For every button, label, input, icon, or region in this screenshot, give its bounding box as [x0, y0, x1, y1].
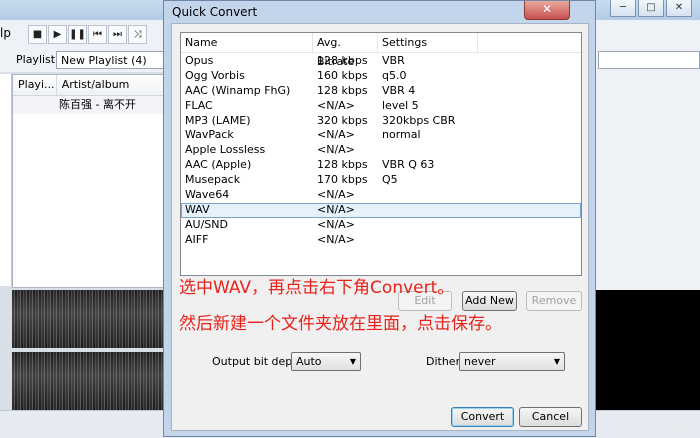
- annotation-line-2: 然后新建一个文件夹放在里面，点击保存。: [179, 314, 502, 334]
- format-name: WAV: [185, 202, 210, 216]
- next-icon[interactable]: ⏭: [108, 25, 127, 44]
- format-row[interactable]: AAC (Apple) 128 kbps VBR Q 63: [181, 158, 581, 173]
- format-row[interactable]: AIFF <N/A>: [181, 233, 581, 248]
- playlist-header: Playi... Artist/album: [13, 75, 171, 96]
- dialog-title: Quick Convert: [172, 5, 258, 19]
- dither-select[interactable]: never ▼: [459, 352, 565, 371]
- convert-button[interactable]: Convert: [451, 407, 514, 427]
- format-name: Ogg Vorbis: [185, 68, 245, 82]
- spectrogram-bottom: [12, 352, 170, 410]
- format-bitrate: <N/A>: [317, 232, 355, 246]
- format-bitrate: 128 kbps: [317, 158, 368, 172]
- format-row[interactable]: MP3 (LAME) 320 kbps 320kbps CBR: [181, 114, 581, 129]
- format-row[interactable]: AU/SND <N/A>: [181, 218, 581, 233]
- format-row[interactable]: WavPack <N/A> normal: [181, 128, 581, 143]
- format-bitrate: <N/A>: [317, 143, 355, 157]
- play-icon[interactable]: ▶: [48, 25, 67, 44]
- format-row[interactable]: Wave64 <N/A>: [181, 188, 581, 203]
- format-bitrate: <N/A>: [317, 128, 355, 142]
- watermark: 汽车之家: [657, 423, 694, 433]
- format-bitrate: 320 kbps: [317, 113, 368, 127]
- format-row[interactable]: Opus 128 kbps VBR: [181, 54, 581, 69]
- format-name: WavPack: [185, 128, 234, 142]
- column-empty: [478, 33, 581, 52]
- close-button[interactable]: ✕: [666, 0, 692, 17]
- pause-icon[interactable]: ❚❚: [68, 25, 87, 44]
- format-settings: normal: [382, 128, 421, 142]
- dialog-body: Name Avg. Bitrate Settings Opus 128 kbps V…: [171, 23, 589, 431]
- format-settings: level 5: [382, 98, 419, 112]
- format-name: Apple Lossless: [185, 143, 266, 157]
- random-icon[interactable]: ⤨: [128, 25, 147, 44]
- format-bitrate: 160 kbps: [317, 68, 368, 82]
- format-bitrate: <N/A>: [317, 217, 355, 231]
- playlist-label: Playlist:: [16, 53, 59, 66]
- column-playing[interactable]: Playi...: [13, 75, 57, 95]
- format-row[interactable]: FLAC <N/A> level 5: [181, 99, 581, 114]
- help-menu-partial[interactable]: lp: [0, 26, 11, 40]
- quick-convert-dialog: Quick Convert ✕ Name Avg. Bitrate Settin…: [163, 0, 596, 437]
- playlist-view[interactable]: Playi... Artist/album 陈百强 - 离不开: [12, 74, 172, 288]
- format-name: AU/SND: [185, 217, 228, 231]
- dither-label: Dither:: [426, 355, 464, 368]
- format-settings: VBR: [382, 54, 405, 67]
- format-list-header: Name Avg. Bitrate Settings: [181, 33, 581, 68]
- format-row[interactable]: Ogg Vorbis 160 kbps q5.0: [181, 69, 581, 84]
- format-name: MP3 (LAME): [185, 113, 251, 127]
- column-settings[interactable]: Settings: [378, 33, 478, 52]
- format-name: AAC (Winamp FhG): [185, 83, 291, 97]
- spectrogram-top: [12, 290, 170, 348]
- chevron-down-icon: ▼: [553, 357, 560, 366]
- format-name: AIFF: [185, 232, 209, 246]
- playlist-select[interactable]: New Playlist (4): [56, 51, 170, 69]
- format-bitrate: <N/A>: [317, 98, 355, 112]
- format-settings: Q5: [382, 173, 398, 187]
- format-bitrate: 128 kbps: [317, 83, 368, 97]
- format-bitrate: 128 kbps: [317, 54, 368, 67]
- dialog-close-button[interactable]: ✕: [524, 1, 570, 20]
- playlist-row[interactable]: 陈百强 - 离不开: [13, 96, 171, 114]
- format-rows: Opus 128 kbps VBR Ogg Vorbis 160 kbps q5.0 AAC…: [181, 53, 581, 248]
- format-name: Wave64: [185, 188, 230, 202]
- chevron-down-icon: ▼: [349, 357, 356, 366]
- format-settings: q5.0: [382, 68, 407, 82]
- add-new-button[interactable]: Add New: [462, 291, 517, 311]
- format-bitrate: <N/A>: [317, 202, 355, 216]
- format-row[interactable]: Apple Lossless <N/A>: [181, 143, 581, 158]
- remove-button[interactable]: Remove: [526, 291, 582, 311]
- stop-icon[interactable]: ■: [28, 25, 47, 44]
- maximize-button[interactable]: □: [638, 0, 664, 17]
- column-avg-bitrate[interactable]: Avg. Bitrate: [313, 33, 378, 68]
- format-settings: 320kbps CBR: [382, 113, 456, 127]
- format-name: Musepack: [185, 173, 241, 187]
- format-bitrate: <N/A>: [317, 188, 355, 202]
- column-artist-album[interactable]: Artist/album: [57, 75, 171, 95]
- format-settings: VBR Q 63: [382, 158, 435, 172]
- format-row[interactable]: WAV <N/A>: [181, 202, 581, 218]
- annotation-line-1: 选中WAV，再点击右下角Convert。: [179, 278, 455, 298]
- prev-icon[interactable]: ⏮: [88, 25, 107, 44]
- background-right-select[interactable]: [598, 51, 700, 69]
- column-name[interactable]: Name: [181, 33, 313, 52]
- format-name: Opus: [185, 54, 214, 67]
- cancel-button[interactable]: Cancel: [519, 407, 582, 427]
- format-row[interactable]: Musepack 170 kbps Q5: [181, 173, 581, 188]
- dither-value: never: [464, 355, 496, 368]
- output-bit-depth-value: Auto: [296, 355, 322, 368]
- minimize-button[interactable]: ─: [610, 0, 636, 17]
- format-settings: VBR 4: [382, 83, 416, 97]
- background-window-buttons: ─ □ ✕: [610, 0, 692, 17]
- visualization-panel: [596, 290, 700, 410]
- format-name: AAC (Apple): [185, 158, 252, 172]
- format-bitrate: 170 kbps: [317, 173, 368, 187]
- left-panel: [0, 74, 12, 286]
- format-name: FLAC: [185, 98, 213, 112]
- output-bit-depth-select[interactable]: Auto ▼: [291, 352, 361, 371]
- format-list[interactable]: Name Avg. Bitrate Settings Opus 128 kbps V…: [180, 32, 582, 276]
- format-row[interactable]: AAC (Winamp FhG) 128 kbps VBR 4: [181, 84, 581, 99]
